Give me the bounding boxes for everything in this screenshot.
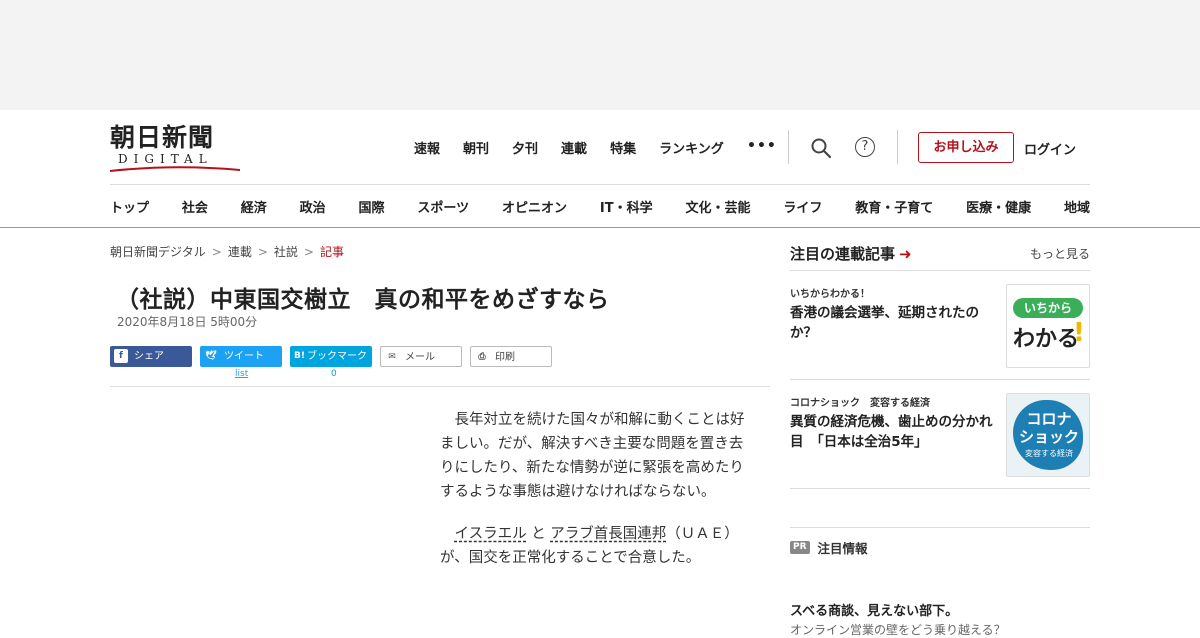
category-nav-item[interactable]: 文化・芸能 (685, 197, 750, 216)
card-thumbnail[interactable]: いちから わかる ! (1006, 284, 1090, 368)
sidebar: 注目の連載記事 ➜ もっと見る いちからわかる！ 香港の議会選挙、延期されたのか？… (790, 243, 1090, 637)
article-paragraph: イスラエル と アラブ首長国連邦（ＵＡＥ）が、国交を正常化することで合意した。 (440, 522, 746, 570)
ad-banner-area (0, 0, 1200, 110)
breadcrumb-separator: > (211, 245, 222, 259)
category-nav-item[interactable]: スポーツ (417, 197, 469, 216)
keyword-link-uae[interactable]: アラブ首長国連邦 (550, 526, 666, 542)
top-nav-item-morning[interactable]: 朝刊 (463, 138, 489, 157)
twitter-share-label: ツイート (224, 351, 264, 362)
arrow-right-icon: ➜ (899, 245, 912, 263)
facebook-share-button[interactable]: f シェア (110, 346, 192, 367)
pr-headline[interactable]: スベる商談、見えない部下。 (790, 600, 958, 619)
breadcrumb-current: 記事 (319, 245, 344, 259)
site-header: 朝日新聞 DIGITAL 速報 朝刊 夕刊 連載 特集 ランキング ••• ? … (0, 110, 1200, 228)
divider (110, 386, 770, 387)
hatena-bookmark-button[interactable]: B! ブックマーク (290, 346, 372, 367)
top-nav-item-evening[interactable]: 夕刊 (512, 138, 538, 157)
logo-subtext: DIGITAL (118, 152, 213, 166)
site-logo[interactable]: 朝日新聞 DIGITAL (110, 123, 245, 172)
top-nav-item-features[interactable]: 特集 (610, 138, 636, 157)
divider (897, 130, 898, 164)
category-nav-item[interactable]: 経済 (241, 197, 267, 216)
breadcrumb-separator: > (257, 245, 268, 259)
series-card[interactable]: コロナショック 変容する経済 異質の経済危機、歯止めの分かれ目 「日本は全治5年… (790, 380, 1090, 489)
card-kicker: コロナショック 変容する経済 (790, 398, 930, 409)
pr-badge: PR (790, 541, 810, 554)
facebook-icon: f (114, 349, 128, 363)
category-nav-item[interactable]: IT・科学 (600, 197, 653, 216)
divider (790, 527, 1090, 528)
divider (788, 130, 789, 164)
breadcrumb-item[interactable]: 朝日新聞デジタル (110, 245, 206, 259)
thumbnail-exclamation: ! (1073, 318, 1085, 348)
twitter-count[interactable]: list (235, 369, 248, 379)
twitter-share-button[interactable]: 🕊 ツイート (200, 346, 282, 367)
thumbnail-text: ショック (1018, 428, 1079, 446)
category-nav: トップ 社会 経済 政治 国際 スポーツ オピニオン IT・科学 文化・芸能 ラ… (110, 197, 1090, 216)
category-nav-item[interactable]: ライフ (783, 197, 822, 216)
hatena-count: 0 (331, 369, 337, 379)
mail-icon: ✉ (388, 352, 396, 362)
breadcrumb-item[interactable]: 連載 (228, 245, 252, 259)
sidebar-title: 注目の連載記事 (790, 245, 896, 263)
category-nav-item[interactable]: 政治 (300, 197, 326, 216)
thumbnail-text: 変容する経済 (1025, 449, 1073, 458)
mail-share-button[interactable]: ✉ メール (380, 346, 462, 367)
article-body: 長年対立を続けた国々が和解に動くことは好ましい。だが、解決すべき主要な問題を置き… (440, 408, 746, 588)
article-date: 2020年8月18日 5時00分 (117, 315, 258, 329)
logo-swoosh-icon (110, 166, 240, 172)
sidebar-title-link[interactable]: 注目の連載記事 ➜ (790, 243, 912, 264)
article-paragraph: 長年対立を続けた国々が和解に動くことは好ましい。だが、解決すべき主要な問題を置き… (440, 412, 745, 500)
card-kicker: いちからわかる！ (790, 289, 870, 300)
more-link[interactable]: もっと見る (1030, 245, 1090, 262)
login-link[interactable]: ログイン (1024, 139, 1076, 158)
mail-share-label: メール (405, 352, 435, 363)
facebook-share-label: シェア (134, 351, 164, 362)
thumbnail-tag: いちから (1013, 298, 1083, 318)
category-nav-item[interactable]: 医療・健康 (966, 197, 1031, 216)
printer-icon: ⎙ (478, 352, 486, 362)
keyword-link-israel[interactable]: イスラエル (455, 526, 527, 542)
top-nav-item-series[interactable]: 連載 (561, 138, 587, 157)
category-nav-item[interactable]: オピニオン (502, 197, 567, 216)
sidebar-header: 注目の連載記事 ➜ もっと見る (790, 243, 1090, 271)
breadcrumb-separator: > (303, 245, 314, 259)
more-menu-icon[interactable]: ••• (747, 138, 777, 154)
category-nav-item[interactable]: 社会 (182, 197, 208, 216)
search-icon[interactable] (810, 137, 832, 159)
pr-label: 注目情報 (817, 541, 868, 556)
print-label: 印刷 (495, 352, 515, 363)
subscribe-button[interactable]: お申し込み (918, 132, 1014, 163)
twitter-bird-icon: 🕊 (205, 351, 217, 361)
breadcrumb-item[interactable]: 社説 (274, 245, 298, 259)
logo-text: 朝日新聞 (110, 123, 215, 152)
top-nav-item-breaking[interactable]: 速報 (414, 138, 440, 157)
category-nav-item[interactable]: トップ (110, 197, 149, 216)
card-headline[interactable]: 香港の議会選挙、延期されたのか？ (790, 303, 1002, 343)
series-card[interactable]: いちからわかる！ 香港の議会選挙、延期されたのか？ いちから わかる ! (790, 271, 1090, 380)
print-button[interactable]: ⎙ 印刷 (470, 346, 552, 367)
hatena-bookmark-label: ブックマーク (306, 351, 367, 362)
thumbnail-text: わかる (1013, 327, 1080, 352)
hatena-bookmark-icon: B! (294, 351, 305, 361)
card-thumbnail[interactable]: コロナ ショック 変容する経済 (1006, 393, 1090, 477)
divider (110, 184, 1090, 185)
article-title: （社説）中東国交樹立 真の和平をめざすなら (116, 287, 610, 313)
category-nav-item[interactable]: 地域 (1064, 197, 1090, 216)
help-icon[interactable]: ? (855, 137, 875, 157)
category-nav-item[interactable]: 国際 (359, 197, 385, 216)
top-nav: 速報 朝刊 夕刊 連載 特集 ランキング (414, 138, 747, 157)
top-nav-item-ranking[interactable]: ランキング (659, 138, 724, 157)
category-nav-item[interactable]: 教育・子育て (855, 197, 933, 216)
card-headline[interactable]: 異質の経済危機、歯止めの分かれ目 「日本は全治5年」 (790, 412, 1002, 452)
paragraph-text: と (531, 526, 546, 542)
breadcrumb: 朝日新聞デジタル > 連載 > 社説 > 記事 (110, 243, 344, 260)
pr-header: PR 注目情報 (790, 538, 868, 557)
